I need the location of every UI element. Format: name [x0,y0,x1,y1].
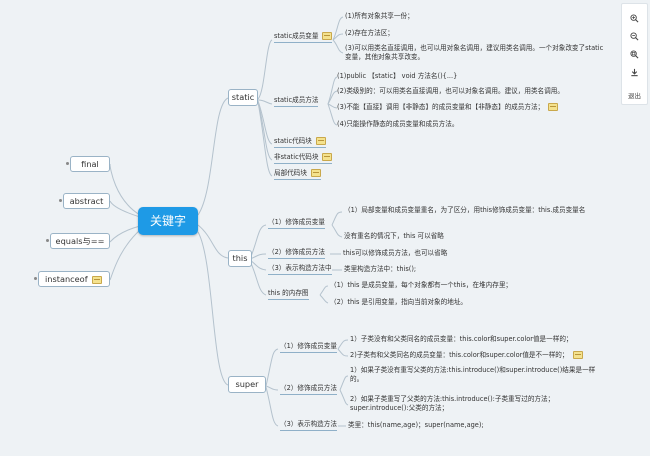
this-var-item-2: 没有重名的情况下，this 可以省略 [344,232,444,240]
topic-instanceof[interactable]: instanceof [38,271,110,287]
static-member-var[interactable]: static成员变量 [274,32,333,43]
collapse-dot[interactable] [34,277,37,280]
super-var-item-2: 2)子类有和父类同名的成员变量：this.color和super.color值是… [350,351,583,360]
note-icon[interactable] [322,32,333,40]
topic-super[interactable]: super [228,376,266,393]
this-modify-method[interactable]: （2）修饰成员方法 [268,248,325,259]
download-icon [631,68,638,76]
exit-button[interactable]: 退出 [622,90,647,100]
this-modify-var[interactable]: （1）修饰成员变量 [268,218,325,229]
nonstatic-code-block-label: 非static代码块 [274,153,319,161]
nonstatic-code-block[interactable]: 非static代码块 [274,153,333,164]
static-member-var-label: static成员变量 [274,32,319,40]
this-method-item-1: this可以修饰成员方法，也可以省略 [343,249,448,257]
static-var-item-3: (3)可以用类名直接调用，也可以用对象名调用，建议用类名调用。一个对象改变了st… [345,44,604,61]
collapse-dot[interactable] [46,239,49,242]
static-method-item-4: (4)只能操作静态的成员变量和成员方法。 [337,120,459,128]
local-code-block-label: 局部代码块 [274,169,307,177]
note-icon[interactable] [315,137,326,145]
super-modify-method[interactable]: （2）修饰成员方法 [280,384,337,395]
topic-this[interactable]: this [228,250,252,267]
collapse-dot[interactable] [59,199,62,202]
super-constructor[interactable]: （3）表示构造方法 [280,420,337,431]
this-var-item-1: （1）局部变量和成员变量重名，为了区分，用this修饰成员变量：this.成员变… [344,206,586,214]
download-button[interactable] [622,64,647,80]
super-constructor-item-1: 类里：this(name,age)；super(name,age); [348,421,484,429]
topic-equals[interactable]: equals与== [50,233,110,249]
topic-abstract[interactable]: abstract [63,193,110,209]
fit-view-icon [630,49,639,58]
this-memory-item-1: （1）this 是成员变量，每个对象都有一个this，在堆内存里； [330,281,513,289]
this-constructor-item-1: 类里构造方法中：this(); [344,265,417,273]
mind-map-canvas[interactable]: 关键字 final abstract equals与== instanceof … [0,0,650,456]
super-method-item-1: 1）如果子类没有重写父类的方法:this.introduce()和super.i… [350,366,596,383]
static-method-item-1: (1)public 【static】 void 方法名(){...} [337,72,458,80]
topic-final[interactable]: final [70,156,110,172]
static-code-block-label: static代码块 [274,137,312,145]
static-method-item-3-label: (3)不能【直接】调用【非静态】的成员变量和【非静态】的成员方法； [337,103,545,111]
note-icon[interactable] [91,275,102,284]
zoom-out-icon [630,31,639,40]
note-icon[interactable] [322,153,333,161]
topic-static[interactable]: static [228,89,258,106]
static-method-item-2: (2)类级别的：可以用类名直接调用，也可以对象名调用。建议，用类名调用。 [337,87,564,95]
note-icon[interactable] [548,103,559,111]
static-var-item-2: (2)存在方法区； [345,29,394,37]
note-icon[interactable] [310,169,321,177]
zoom-in-icon [630,13,639,22]
fit-view-button[interactable] [622,46,647,62]
topic-instanceof-label: instanceof [45,274,88,284]
static-var-item-1: (1)所有对象共享一份； [345,12,414,20]
super-modify-var[interactable]: （1）修饰成员变量 [280,342,337,353]
view-toolbar: 退出 [621,3,648,105]
this-constructor[interactable]: （3）表示构造方法中 [268,264,332,275]
central-topic[interactable]: 关键字 [138,207,198,235]
zoom-out-button[interactable] [622,28,647,44]
local-code-block[interactable]: 局部代码块 [274,169,321,180]
super-var-item-1: 1）子类没有和父类同名的成员变量：this.color和super.color值… [350,335,573,343]
this-memory-item-2: （2）this 是引用变量，指向当前对象的地址。 [330,298,468,306]
super-method-item-2: 2）如果子类重写了父类的方法:this.introduce():子类重写过的方法… [350,395,555,412]
collapse-dot[interactable] [66,162,69,165]
static-code-block[interactable]: static代码块 [274,137,326,148]
super-var-item-2-label: 2)子类有和父类同名的成员变量：this.color和super.color值是… [350,351,569,359]
static-member-method[interactable]: static成员方法 [274,96,319,107]
zoom-in-button[interactable] [622,10,647,26]
this-memory[interactable]: this 的内存图 [268,289,309,300]
static-method-item-3: (3)不能【直接】调用【非静态】的成员变量和【非静态】的成员方法； [337,103,559,112]
note-icon[interactable] [572,351,583,359]
